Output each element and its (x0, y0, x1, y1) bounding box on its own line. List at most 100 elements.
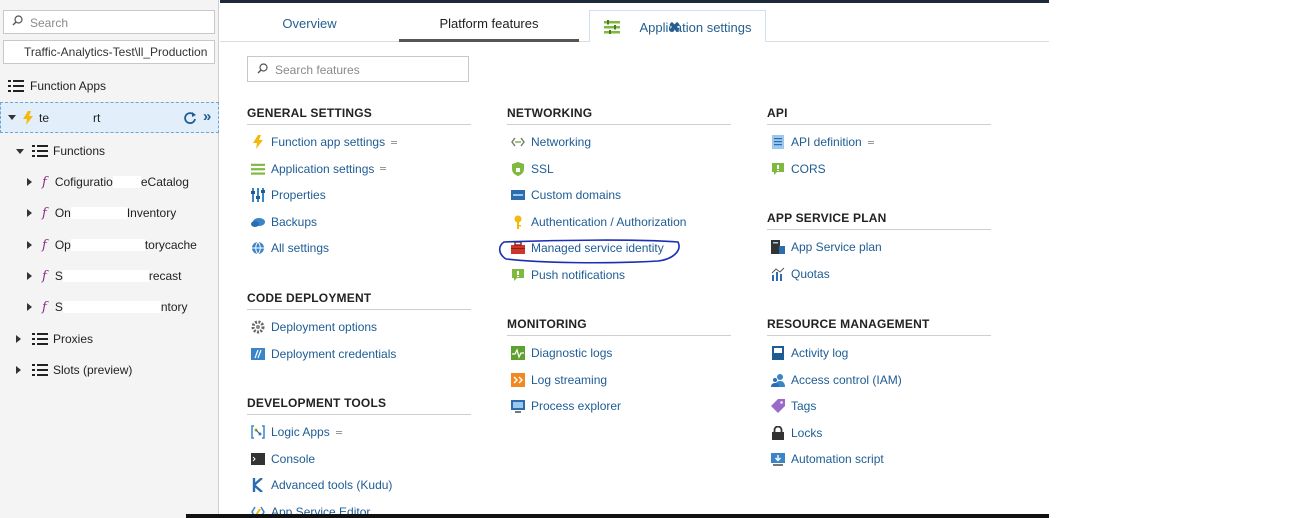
link-push-notifications[interactable]: Push notifications (507, 262, 731, 289)
link-function-app-settings[interactable]: Function app settings (247, 129, 471, 156)
function-app-bolt-icon (23, 111, 33, 125)
link-label: All settings (271, 241, 330, 256)
link-cors[interactable]: CORS (767, 156, 991, 183)
chevron-right-icon (27, 303, 32, 311)
link-access-control[interactable]: Access control (IAM) (767, 367, 991, 394)
preview-marker (391, 140, 398, 144)
link-label: Diagnostic logs (531, 346, 613, 361)
double-chevron-right-icon[interactable]: » (203, 108, 211, 125)
link-label: Deployment credentials (271, 346, 397, 361)
chevron-right-icon (16, 366, 21, 374)
link-quotas[interactable]: Quotas (767, 261, 991, 288)
chevron-right-icon (27, 209, 32, 217)
users-icon (771, 373, 785, 387)
link-label: Function app settings (271, 135, 386, 150)
section-monitoring: MONITORING Diagnostic logs Log streaming… (507, 316, 731, 420)
function-name: S (54, 269, 63, 283)
tree-function-item[interactable]: f Srecast (27, 264, 182, 288)
section-general-settings: GENERAL SETTINGS Function app settings A… (247, 105, 471, 262)
chevron-right-icon (27, 272, 32, 280)
link-tags[interactable]: Tags (767, 393, 991, 420)
search-features-input[interactable]: Search features (247, 56, 469, 82)
tree-proxies[interactable]: Proxies (16, 327, 93, 351)
link-automation-script[interactable]: Automation script (767, 446, 991, 473)
preview-marker (380, 167, 387, 171)
tree-function-item[interactable]: f Co figuratio eCatalog (27, 170, 189, 194)
link-process-explorer[interactable]: Process explorer (507, 393, 731, 420)
section-title: MONITORING (507, 316, 731, 336)
tree-function-apps[interactable]: Function Apps (8, 74, 106, 98)
link-activity-log[interactable]: Activity log (767, 340, 991, 367)
section-app-service-plan: APP SERVICE PLAN App Service plan Quotas (767, 210, 991, 287)
close-icon[interactable]: ✖ (590, 19, 759, 36)
section-title: DEVELOPMENT TOOLS (247, 395, 471, 415)
function-apps-label: Function Apps (30, 79, 107, 93)
tree-function-item[interactable]: f Op torycache (27, 233, 197, 257)
key-icon (514, 215, 522, 229)
link-label: Activity log (791, 346, 849, 361)
sidebar-search-placeholder: Search (30, 16, 69, 30)
function-name: Co (54, 175, 71, 189)
settings-list-icon (251, 163, 265, 175)
gear-icon (251, 320, 265, 334)
link-networking[interactable]: Networking (507, 129, 731, 156)
tree-functions[interactable]: Functions (16, 139, 105, 163)
tab-overview-label: Overview (282, 16, 337, 31)
link-ssl[interactable]: SSL (507, 156, 731, 183)
list-icon (32, 363, 48, 377)
subscription-name: Traffic-Analytics-Test\ll_Production (24, 45, 208, 59)
link-app-service-plan[interactable]: App Service plan (767, 234, 991, 261)
section-api: API API definition CORS (767, 105, 991, 182)
tab-platform-features[interactable]: Platform features (399, 3, 579, 42)
link-deployment-options[interactable]: Deployment options (247, 314, 471, 341)
redaction (70, 239, 145, 251)
list-icon (32, 144, 48, 158)
link-application-settings[interactable]: Application settings (247, 156, 471, 183)
logic-apps-icon (251, 425, 265, 439)
push-notification-icon (512, 268, 524, 281)
globe-icon (252, 241, 264, 255)
link-api-definition[interactable]: API definition (767, 129, 991, 156)
lock-icon (772, 425, 784, 440)
tree-slots[interactable]: Slots (preview) (16, 358, 132, 382)
link-all-settings[interactable]: All settings (247, 235, 471, 262)
link-deployment-credentials[interactable]: Deployment credentials (247, 341, 471, 368)
tag-icon (771, 399, 785, 414)
link-custom-domains[interactable]: Custom domains (507, 182, 731, 209)
function-name-mid: figuratio (70, 175, 113, 189)
section-title: APP SERVICE PLAN (767, 210, 991, 230)
list-icon (32, 332, 48, 346)
console-icon (251, 452, 265, 465)
section-title: NETWORKING (507, 105, 731, 125)
link-advanced-tools[interactable]: Advanced tools (Kudu) (247, 472, 471, 499)
link-diagnostic-logs[interactable]: Diagnostic logs (507, 340, 731, 367)
section-title: API (767, 105, 991, 125)
link-console[interactable]: Console (247, 446, 471, 473)
tree-function-item[interactable]: f Sntory (27, 295, 188, 319)
link-backups[interactable]: Backups (247, 209, 471, 236)
link-label: Push notifications (531, 267, 626, 282)
refresh-icon[interactable] (183, 111, 197, 125)
subscription-filter[interactable]: Traffic-Analytics-Test\ll_Production (3, 40, 215, 64)
link-label: Quotas (791, 266, 830, 281)
link-log-streaming[interactable]: Log streaming (507, 367, 731, 394)
link-label: Logic Apps (271, 425, 330, 440)
sidebar-search-input[interactable]: Search (3, 10, 215, 34)
tree-function-item[interactable]: f On Inventory (27, 201, 176, 225)
tab-overview[interactable]: Overview (220, 3, 399, 42)
link-properties[interactable]: Properties (247, 182, 471, 209)
monitor-icon (511, 400, 525, 414)
link-authentication[interactable]: Authentication / Authorization (507, 209, 731, 236)
section-resource-management: RESOURCE MANAGEMENT Activity log Access … (767, 316, 991, 473)
chevron-right-icon (27, 241, 32, 249)
function-name: Op (54, 238, 71, 252)
slots-label: Slots (preview) (53, 363, 133, 377)
tab-application-settings[interactable]: Application settings ✖ (589, 10, 766, 43)
link-locks[interactable]: Locks (767, 420, 991, 447)
network-icon (511, 137, 525, 147)
link-logic-apps[interactable]: Logic Apps (247, 419, 471, 446)
link-label: API definition (791, 135, 862, 150)
tree-function-app-selected[interactable]: te rt » (0, 102, 219, 133)
function-icon: f (42, 174, 47, 190)
tab-bar: Overview Platform features Application s… (220, 0, 1049, 43)
